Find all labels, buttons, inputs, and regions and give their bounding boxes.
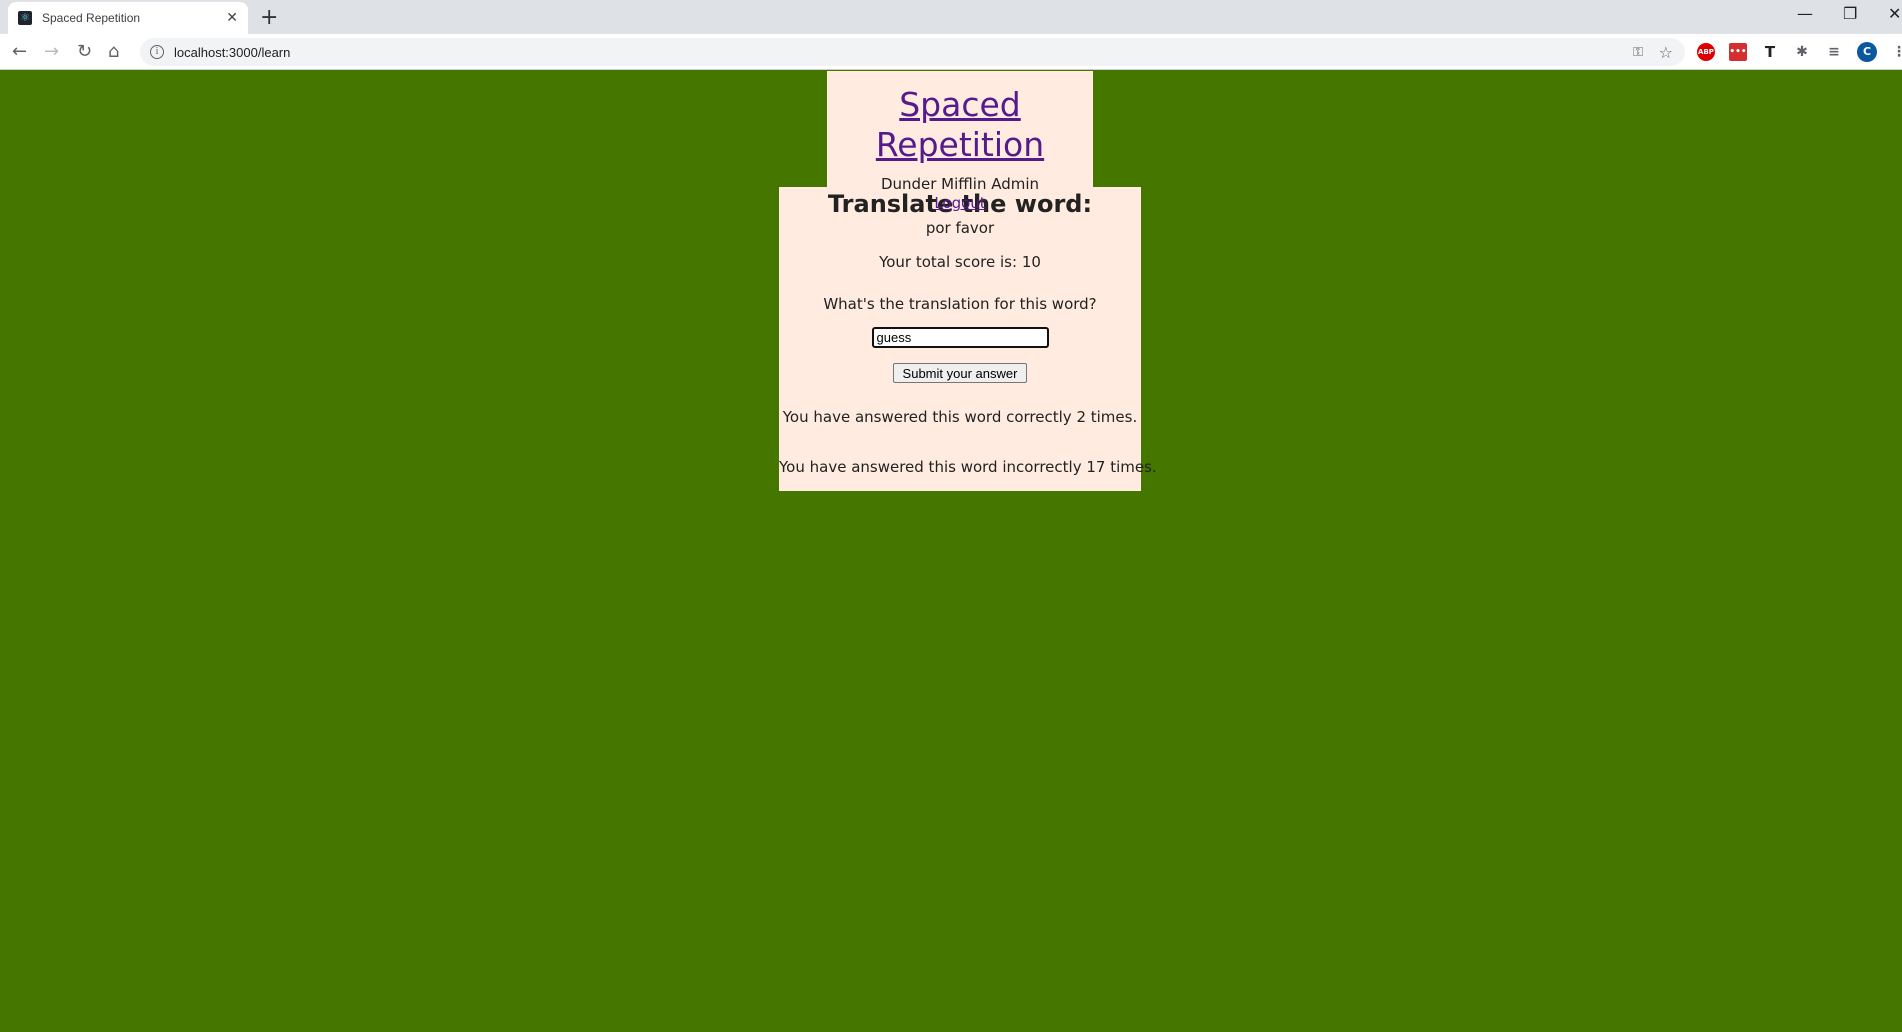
incorrect-count: You have answered this word incorrectly … <box>779 458 1157 476</box>
word-to-translate: por favor <box>925 219 995 237</box>
home-icon[interactable]: ⌂ <box>108 41 119 62</box>
app-title-link[interactable]: Spaced Repetition <box>827 85 1093 165</box>
browser-toolbar: ← → ↻ ⌂ i localhost:3000/learn ⚿ ☆ ABP •… <box>0 34 1902 70</box>
minimize-icon[interactable]: — <box>1797 4 1813 23</box>
password-extension-icon[interactable]: ••• <box>1729 43 1747 61</box>
key-icon[interactable]: ⚿ <box>1633 45 1643 60</box>
browser-tab[interactable]: ⚛ Spaced Repetition ✕ <box>8 2 248 34</box>
profile-avatar[interactable]: C <box>1857 42 1877 62</box>
translation-question: What's the translation for this word? <box>823 295 1097 313</box>
tab-title: Spaced Repetition <box>42 11 141 25</box>
menu-icon[interactable]: ⋮ <box>1890 43 1902 61</box>
reload-icon[interactable]: ↻ <box>77 41 92 62</box>
close-tab-icon[interactable]: ✕ <box>226 10 238 26</box>
react-icon: ⚛ <box>18 11 32 25</box>
user-name: Dunder Mifflin Admin <box>880 175 1040 193</box>
new-tab-icon[interactable]: + <box>260 5 278 30</box>
star-icon[interactable]: ☆ <box>1659 43 1673 62</box>
forward-icon[interactable]: → <box>44 41 59 62</box>
guess-input[interactable] <box>871 327 1049 348</box>
app-header: Spaced Repetition Dunder Mifflin Admin L… <box>827 71 1093 212</box>
extensions-icon[interactable]: ✱ <box>1793 43 1811 61</box>
media-icon[interactable]: ≡ <box>1825 43 1843 61</box>
info-icon[interactable]: i <box>150 45 164 59</box>
url-text: localhost:3000/learn <box>174 44 291 60</box>
close-window-icon[interactable]: ✕ <box>1888 4 1901 23</box>
total-score: Your total score is: 10 <box>879 253 1041 271</box>
adblock-icon[interactable]: ABP <box>1697 43 1715 61</box>
logout-link[interactable]: Logout <box>934 194 985 212</box>
tab-bar: ⚛ Spaced Repetition ✕ + — ❐ ✕ <box>0 0 1902 34</box>
correct-count: You have answered this word correctly 2 … <box>782 408 1138 426</box>
submit-answer-button[interactable]: Submit your answer <box>893 363 1027 383</box>
text-extension-icon[interactable]: T <box>1761 43 1779 61</box>
learning-panel: Translate the word: por favor Your total… <box>779 187 1157 491</box>
back-icon[interactable]: ← <box>12 41 27 62</box>
address-bar[interactable]: i localhost:3000/learn ⚿ ☆ <box>140 38 1685 66</box>
restore-icon[interactable]: ❐ <box>1843 4 1857 23</box>
